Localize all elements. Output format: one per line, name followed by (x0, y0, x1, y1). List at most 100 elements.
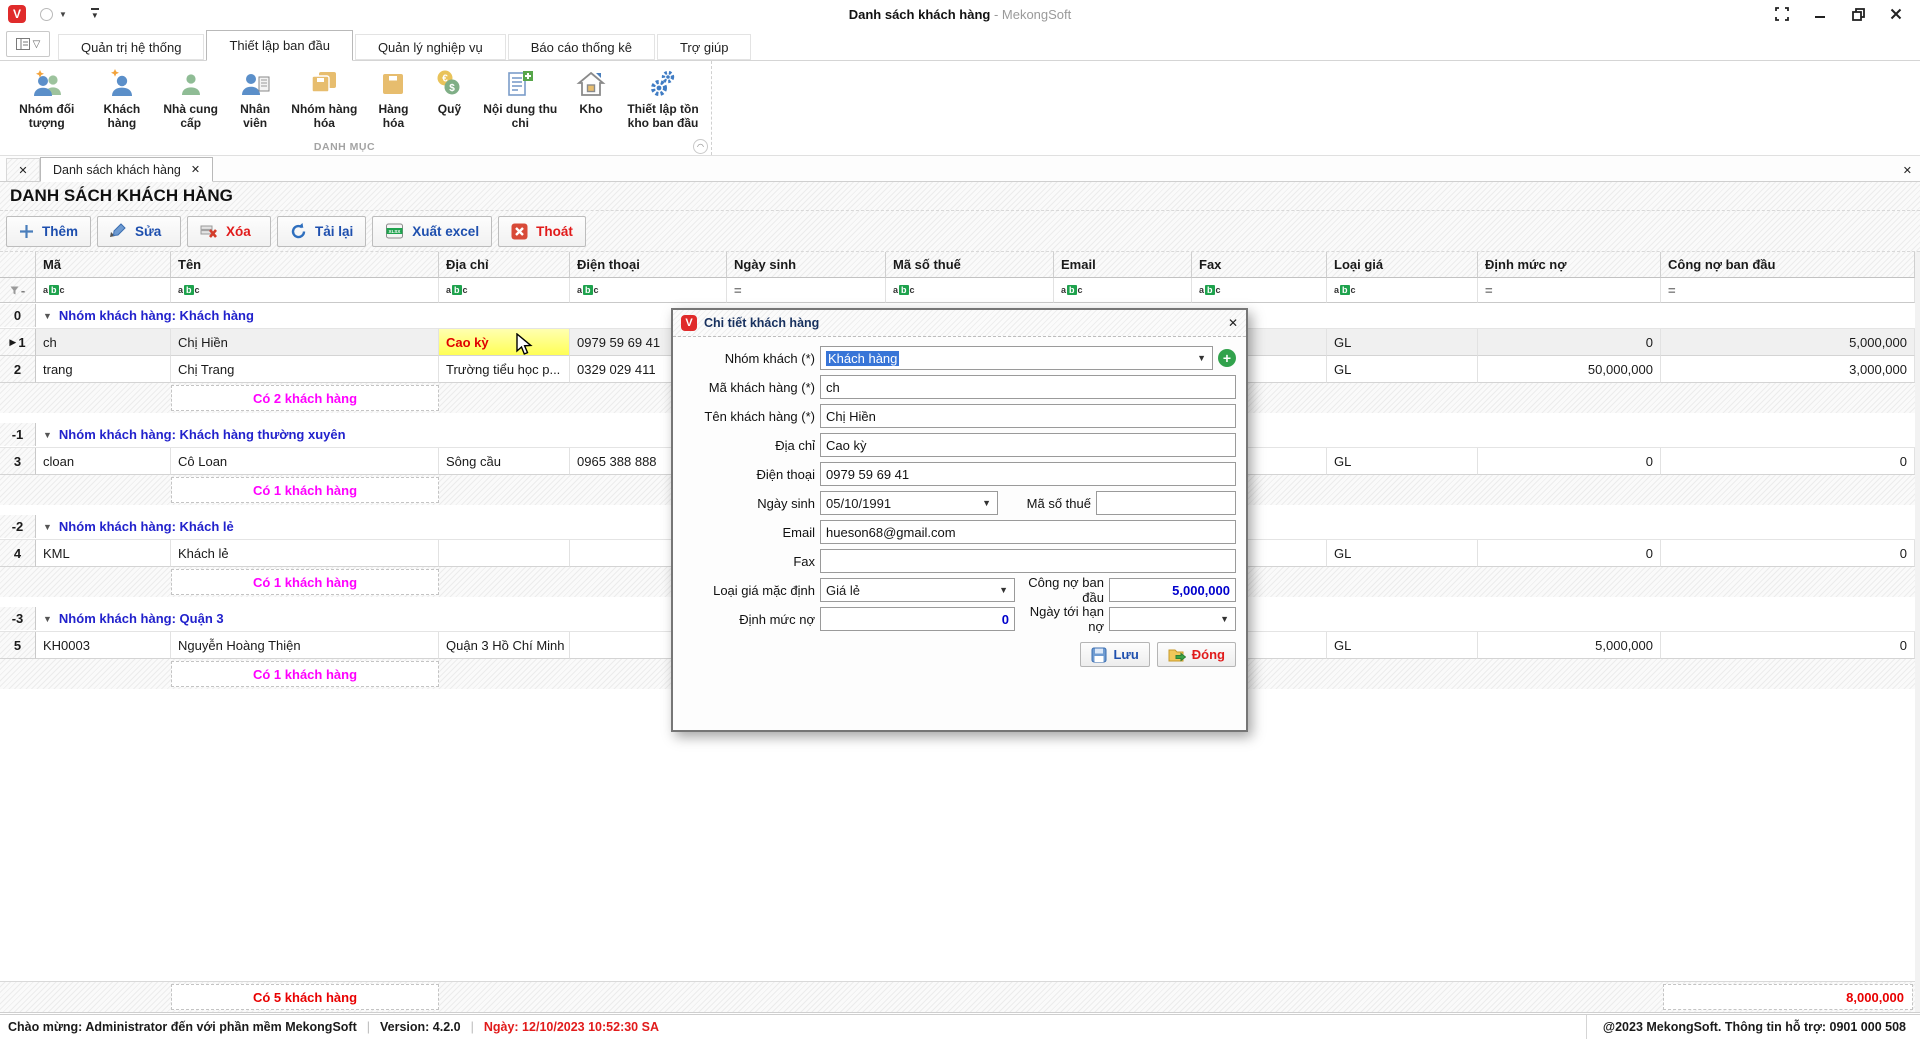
column-header-fax[interactable]: Fax (1192, 252, 1327, 278)
dialog-title-bar[interactable]: V Chi tiết khách hàng ✕ (673, 310, 1246, 337)
cell-dinh-muc-no[interactable]: 5,000,000 (1478, 632, 1661, 659)
ribbon-item-noi-dung-thu-chi[interactable]: Nội dung thu chi (477, 65, 563, 133)
collapse-triangle-icon[interactable]: ▼ (43, 614, 52, 624)
dien-thoai-input[interactable] (820, 462, 1236, 486)
filter-cell-cong-no[interactable]: = (1661, 278, 1915, 303)
filter-cell-email[interactable]: abc (1054, 278, 1192, 303)
fax-input[interactable] (820, 549, 1236, 573)
edit-button[interactable]: Sửa (97, 216, 181, 247)
cell-ma[interactable]: KH0003 (36, 632, 171, 659)
filter-cell-ngay-sinh[interactable]: = (727, 278, 886, 303)
dinh-muc-no-input[interactable] (820, 607, 1015, 631)
cell-ten[interactable]: Chị Hiền (171, 329, 439, 356)
collapse-triangle-icon[interactable]: ▼ (43, 522, 52, 532)
cell-cong-no[interactable]: 3,000,000 (1661, 356, 1915, 383)
loai-gia-combobox[interactable]: Giá lẻ ▼ (820, 578, 1015, 602)
ribbon-item-thiet-lap-ton-kho[interactable]: Thiết lập tồn kho ban đầu (619, 65, 707, 133)
ma-khach-hang-input[interactable] (820, 375, 1236, 399)
cell-ma[interactable]: cloan (36, 448, 171, 475)
ribbon-item-quy[interactable]: € $ Quỹ (421, 65, 477, 119)
close-button[interactable]: Đóng (1157, 642, 1236, 667)
column-header-ma-so-thue[interactable]: Mã số thuế (886, 252, 1054, 278)
ribbon-item-nhan-vien[interactable]: Nhân viên (227, 65, 283, 133)
column-header-dia-chi[interactable]: Địa chỉ (439, 252, 570, 278)
filter-cell-ma-so-thue[interactable]: abc (886, 278, 1054, 303)
cell-dinh-muc-no[interactable]: 50,000,000 (1478, 356, 1661, 383)
quick-access-circle-icon[interactable] (40, 8, 53, 21)
restore-icon[interactable] (1850, 6, 1866, 22)
close-icon[interactable]: ✕ (1228, 316, 1238, 330)
cell-ma[interactable]: ch (36, 329, 171, 356)
chevron-down-icon[interactable]: ▼ (979, 498, 994, 508)
cell-ten[interactable]: Nguyễn Hoàng Thiện (171, 632, 439, 659)
chevron-down-icon[interactable]: ▼ (59, 10, 67, 19)
dia-chi-input[interactable] (820, 433, 1236, 457)
customize-toolbar-icon[interactable]: ▼ (91, 8, 99, 20)
ribbon-collapse-button[interactable]: ◠ (693, 139, 708, 154)
column-header-loai-gia[interactable]: Loại giá (1327, 252, 1478, 278)
ribbon-tab-tro-giup[interactable]: Trợ giúp (657, 34, 752, 60)
ribbon-item-hang-hoa[interactable]: Hàng hóa (365, 65, 421, 133)
ribbon-item-nha-cung-cap[interactable]: Nhà cung cấp (154, 65, 227, 133)
cell-ten[interactable]: Chị Trang (171, 356, 439, 383)
document-tab-active[interactable]: Danh sách khách hàng ✕ (40, 157, 213, 182)
filter-cell-loai-gia[interactable]: abc (1327, 278, 1478, 303)
cell-cong-no[interactable]: 0 (1661, 540, 1915, 567)
ten-khach-hang-input[interactable] (820, 404, 1236, 428)
ribbon-item-nhom-hang-hoa[interactable]: Nhóm hàng hóa (283, 65, 365, 133)
save-button[interactable]: Lưu (1080, 642, 1149, 667)
cell-dinh-muc-no[interactable]: 0 (1478, 540, 1661, 567)
fullscreen-icon[interactable] (1774, 6, 1790, 22)
exit-button[interactable]: Thoát (498, 216, 586, 247)
cell-loai-gia[interactable]: GL (1327, 632, 1478, 659)
cell-ten[interactable]: Cô Loan (171, 448, 439, 475)
close-icon[interactable]: ✕ (191, 163, 200, 176)
cell-cong-no[interactable]: 0 (1661, 632, 1915, 659)
filter-cell-dia-chi[interactable]: abc (439, 278, 570, 303)
cell-dia-chi[interactable] (439, 540, 570, 567)
ribbon-item-nhom-doi-tuong[interactable]: Nhóm đối tượng (4, 65, 89, 133)
cell-ma[interactable]: KML (36, 540, 171, 567)
delete-button[interactable]: Xóa (187, 216, 271, 247)
ribbon-tab-quan-tri-he-thong[interactable]: Quản trị hệ thống (58, 34, 204, 60)
quick-access-toolbar[interactable]: ▼ ▼ (40, 8, 99, 21)
cell-ten[interactable]: Khách lẻ (171, 540, 439, 567)
nhom-khach-combobox[interactable]: Khách hàng ▼ (820, 346, 1213, 370)
cong-no-input[interactable] (1109, 578, 1236, 602)
file-menu-button[interactable]: ▽ (6, 31, 50, 57)
cell-cong-no[interactable]: 0 (1661, 448, 1915, 475)
cell-loai-gia[interactable]: GL (1327, 540, 1478, 567)
collapse-triangle-icon[interactable]: ▼ (43, 311, 52, 321)
column-header-dinh-muc-no[interactable]: Định mức nợ (1478, 252, 1661, 278)
column-header-ngay-sinh[interactable]: Ngày sinh (727, 252, 886, 278)
filter-cell-ma[interactable]: abc (36, 278, 171, 303)
collapse-triangle-icon[interactable]: ▼ (43, 430, 52, 440)
ma-so-thue-input[interactable] (1096, 491, 1236, 515)
column-header-cong-no[interactable]: Công nợ ban đầu (1661, 252, 1915, 278)
close-icon[interactable]: ✕ (1903, 164, 1912, 177)
ngay-toi-han-combobox[interactable]: ▼ (1109, 607, 1236, 631)
filter-cell-fax[interactable]: abc (1192, 278, 1327, 303)
cell-dia-chi-selected[interactable]: Cao kỳ (439, 329, 570, 356)
close-tab-button[interactable]: ✕ (6, 158, 40, 181)
ribbon-item-kho[interactable]: Kho (563, 65, 619, 119)
add-button[interactable]: Thêm (6, 216, 91, 247)
filter-cell-dien-thoai[interactable]: abc (570, 278, 727, 303)
close-icon[interactable] (1888, 6, 1904, 22)
column-header-dien-thoai[interactable]: Điện thoại (570, 252, 727, 278)
cell-loai-gia[interactable]: GL (1327, 356, 1478, 383)
column-header-email[interactable]: Email (1054, 252, 1192, 278)
ribbon-tab-thiet-lap-ban-dau[interactable]: Thiết lập ban đầu (206, 30, 352, 61)
chevron-down-icon[interactable]: ▼ (1217, 614, 1232, 624)
ribbon-tab-bao-cao-thong-ke[interactable]: Báo cáo thống kê (508, 34, 655, 60)
cell-loai-gia[interactable]: GL (1327, 448, 1478, 475)
ribbon-item-khach-hang[interactable]: Khách hàng (89, 65, 154, 133)
filter-cell-ten[interactable]: abc (171, 278, 439, 303)
cell-cong-no[interactable]: 5,000,000 (1661, 329, 1915, 356)
chevron-down-icon[interactable]: ▼ (1194, 353, 1209, 363)
cell-dinh-muc-no[interactable]: 0 (1478, 448, 1661, 475)
column-header-ten[interactable]: Tên (171, 252, 439, 278)
chevron-down-icon[interactable]: ▼ (996, 585, 1011, 595)
reload-button[interactable]: Tải lại (277, 216, 366, 247)
add-group-button[interactable]: + (1218, 349, 1236, 367)
